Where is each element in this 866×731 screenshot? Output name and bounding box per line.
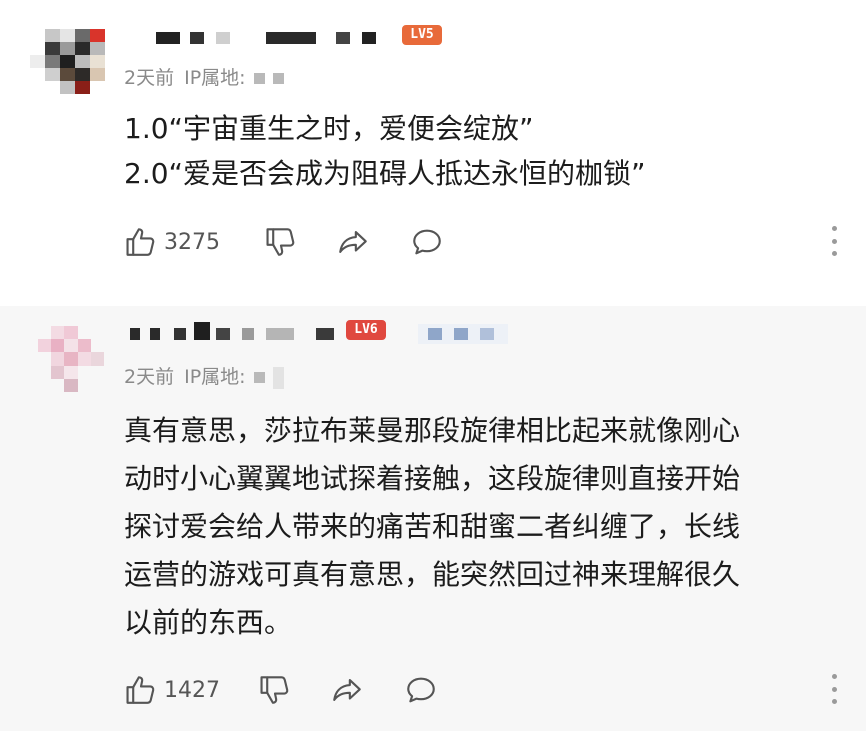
- ip-label: IP属地:: [184, 366, 246, 388]
- like-count: 3275: [164, 229, 220, 255]
- avatar[interactable]: [38, 326, 104, 392]
- share-button[interactable]: [336, 224, 370, 260]
- comment-line: 1.0“宇宙重生之时，爱便会绽放”: [124, 112, 534, 145]
- ip-location-blurred: [253, 372, 265, 383]
- ip-location-blurred: [253, 73, 265, 84]
- comment-line: 动时小心翼翼地试探着接触，这段旋律则直接开始: [124, 462, 741, 495]
- user-tag-blurred: [418, 324, 508, 344]
- like-button[interactable]: 3275: [124, 224, 220, 260]
- comment-line: 探讨爱会给人带来的痛苦和甜蜜二者纠缠了，长线: [124, 510, 741, 543]
- comment-actions: 1427: [124, 672, 837, 708]
- like-button[interactable]: 1427: [124, 672, 220, 708]
- thumbs-down-icon: [266, 228, 295, 256]
- share-button[interactable]: [330, 672, 364, 708]
- like-count: 1427: [164, 677, 220, 703]
- comment-actions: 3275: [124, 224, 837, 260]
- comment-line: 运营的游戏可真有意思，能突然回过神来理解很久: [124, 558, 741, 591]
- thumbs-down-icon: [260, 676, 289, 704]
- comment-icon: [413, 229, 441, 255]
- comment-line: 以前的东西。: [124, 606, 293, 639]
- ip-location-blurred: [272, 366, 284, 389]
- comment-line: 2.0“爱是否会成为阻碍人抵达永恒的枷锁”: [124, 157, 646, 190]
- more-icon[interactable]: [830, 674, 838, 704]
- ip-location-blurred: [272, 73, 284, 84]
- share-icon: [333, 679, 361, 701]
- comment-line: 真有意思，莎拉布莱曼那段旋律相比起来就像刚心: [124, 414, 741, 447]
- comment-text: 真有意思，莎拉布莱曼那段旋律相比起来就像刚心 动时小心翼翼地试探着接触，这段旋律则…: [124, 407, 804, 647]
- username-blurred[interactable]: [156, 32, 386, 46]
- thumbs-up-icon: [126, 676, 155, 704]
- level-badge: LV5: [402, 25, 442, 45]
- dislike-button[interactable]: [258, 672, 292, 708]
- reply-button[interactable]: [410, 224, 444, 260]
- reply-button[interactable]: [404, 672, 438, 708]
- thumbs-up-icon: [126, 228, 155, 256]
- level-badge: LV6: [346, 320, 386, 340]
- dislike-button[interactable]: [264, 224, 298, 260]
- comment-time: 2天前: [124, 67, 175, 89]
- avatar[interactable]: [30, 29, 105, 94]
- comment-meta: 2天前 IP属地:: [124, 362, 284, 389]
- comment-time: 2天前: [124, 366, 175, 388]
- share-icon: [339, 231, 367, 253]
- comment-icon: [407, 677, 435, 703]
- comment-meta: 2天前 IP属地:: [124, 63, 284, 90]
- comment-text: 1.0“宇宙重生之时，爱便会绽放” 2.0“爱是否会成为阻碍人抵达永恒的枷锁”: [124, 106, 824, 196]
- more-icon[interactable]: [830, 226, 838, 256]
- comment-item: LV6 2天前 IP属地: 真有意思，莎拉布莱曼那段旋律相比起来就像刚心 动时小心翼…: [0, 306, 866, 731]
- comment-item: LV5 2天前 IP属地: 1.0“宇宙重生之时，爱便会绽放” 2.0“爱是否会成为…: [0, 0, 866, 300]
- username-blurred[interactable]: [130, 322, 340, 342]
- ip-label: IP属地:: [184, 67, 246, 89]
